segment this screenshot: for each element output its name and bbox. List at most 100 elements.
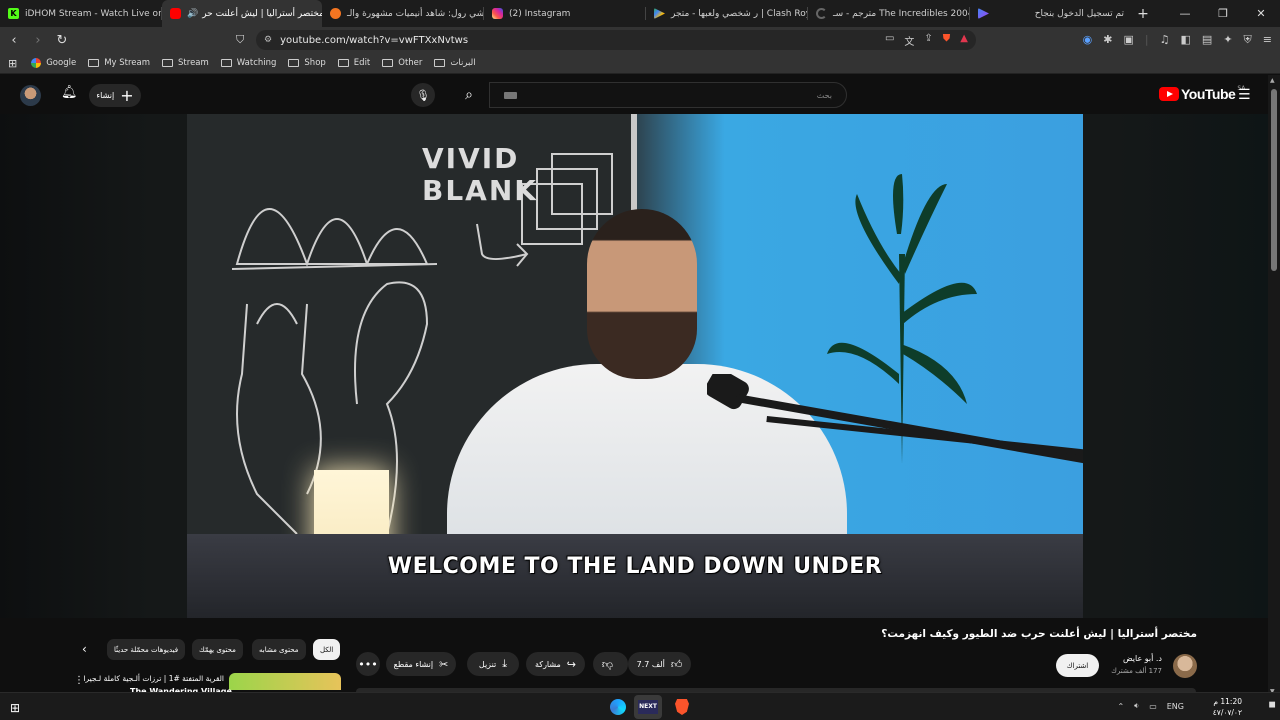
address-bar[interactable]: ⚙ youtube.com/watch?v=vwFTXxNvtws ▭ 文 ⇪ … — [256, 30, 976, 50]
clip-button[interactable]: إنشاء مقطع ✂ — [386, 652, 456, 676]
clip-label: إنشاء مقطع — [393, 659, 434, 669]
bookmark-watching[interactable]: Watching — [220, 58, 276, 68]
audio-icon[interactable]: ◉ — [1083, 33, 1093, 47]
recommended-video-thumbnail[interactable] — [229, 673, 341, 690]
search-input[interactable]: بحث — [489, 82, 847, 108]
chips-scroll-left-icon[interactable]: ‹ — [82, 642, 87, 656]
search-icon[interactable]: ⌕ — [449, 83, 489, 107]
battery-icon[interactable]: ▭ — [1149, 702, 1157, 711]
share-page-icon[interactable]: ⇪ — [924, 33, 932, 48]
dislike-button[interactable]: 👎︎ — [593, 652, 628, 676]
tab-clash-royale[interactable]: Clash Royale | ر شخصي ولعبها - متجر — [646, 0, 808, 27]
wallet-icon[interactable]: ▤ — [1202, 33, 1212, 47]
tray-overflow-icon[interactable]: ⌃ — [1117, 702, 1124, 711]
bookmark-stream[interactable]: Stream — [162, 58, 209, 68]
brave-shields-icon[interactable]: ⛊ — [943, 33, 951, 48]
folder-icon — [162, 59, 174, 67]
video-player[interactable]: VIVID BLANK WELCOME TO THE LAND DOWN UND… — [0, 114, 1268, 618]
bookmark-label: Stream — [178, 58, 209, 68]
folder-icon — [88, 59, 100, 67]
share-arrow-icon: ↪ — [566, 657, 577, 671]
subscribe-button[interactable]: اشتراك — [1056, 654, 1099, 677]
taskbar-app-browser[interactable] — [604, 695, 632, 719]
menu-icon[interactable]: ≡ — [1263, 33, 1272, 47]
scroll-up-icon[interactable]: ▲ — [1270, 77, 1275, 84]
youtube-logo[interactable]: YouTube SA — [1159, 85, 1245, 102]
windows-start-icon[interactable]: ⊞ — [10, 701, 20, 715]
extensions-icon[interactable]: ✱ — [1103, 33, 1112, 47]
video-meta-area: مختصر أستراليا | ليش أعلنت حرب ضد الطيور… — [0, 618, 1268, 696]
tab-incredibles[interactable]: فيلم The Incredibles 2004 مترجم - سـ — [808, 0, 970, 27]
chalk-text-blank: BLANK — [422, 174, 538, 207]
cast-icon[interactable]: ▭ — [885, 33, 894, 48]
window-controls: — ❐ ✕ — [1166, 0, 1280, 27]
video-frame[interactable]: VIVID BLANK WELCOME TO THE LAND DOWN UND… — [187, 114, 1083, 618]
leo-ai-icon[interactable]: ✦ — [1223, 33, 1232, 47]
bookmark-edit[interactable]: Edit — [337, 58, 371, 68]
more-actions-button[interactable]: ••• — [356, 652, 380, 676]
reload-icon[interactable]: ↻ — [52, 33, 72, 48]
chip-all[interactable]: الكل — [313, 639, 341, 660]
bookmark-shop[interactable]: Shop — [288, 58, 326, 68]
input-language[interactable]: ENG — [1167, 702, 1184, 711]
bookmark-my-stream[interactable]: My Stream — [88, 58, 150, 68]
download-label: تنزيل — [478, 659, 497, 669]
back-icon[interactable]: ‹ — [4, 33, 24, 48]
bookmark-label: Edit — [353, 58, 371, 68]
share-button[interactable]: مشاركة ↪ — [526, 652, 585, 676]
close-window-icon[interactable]: ✕ — [1242, 7, 1280, 20]
taskbar-app-next[interactable]: NEXT — [634, 695, 662, 719]
media-icon[interactable]: ♫ — [1160, 33, 1170, 47]
url-text[interactable]: youtube.com/watch?v=vwFTXxNvtws — [280, 35, 468, 46]
brave-rewards-icon[interactable]: ▲ — [960, 33, 968, 48]
voice-search-mic-icon[interactable]: 🎙︎ — [411, 83, 435, 107]
bookmark-label: Shop — [304, 58, 326, 68]
site-info-icon[interactable]: ⚙ — [264, 35, 272, 45]
sidebar-icon[interactable]: ◧ — [1181, 33, 1191, 47]
chip-related[interactable]: محتوى مشابه — [252, 639, 306, 660]
channel-name[interactable]: د. أبو عايض — [1123, 654, 1162, 663]
play-store-icon — [654, 8, 665, 19]
bookmark-google[interactable]: Google — [31, 58, 76, 68]
recommended-video-title[interactable]: القرية المتفتة #1 | ترزات ألـجية كاملة ل… — [83, 674, 224, 683]
brave-icon — [675, 699, 689, 715]
bookmark-other[interactable]: Other — [382, 58, 422, 68]
notifications-icon[interactable]: ◼ — [1269, 700, 1276, 710]
tab-instagram[interactable]: (2) Instagram — [484, 0, 646, 27]
restore-icon[interactable]: ❐ — [1204, 7, 1242, 20]
translate-icon[interactable]: 文 — [904, 33, 914, 48]
new-tab-button[interactable]: + — [1132, 6, 1154, 22]
system-clock[interactable]: 11:20 م ٤٧/٠٧/٠٢ — [1213, 696, 1242, 718]
apps-grid-icon[interactable]: ⊞ — [8, 57, 17, 70]
speaker-icon[interactable]: 🔊 — [187, 9, 198, 19]
tab-crunchyroll[interactable]: كرانشي رول: شاهد أنيميات مشهورة والـ — [322, 0, 484, 27]
scrollbar-thumb[interactable] — [1271, 89, 1277, 271]
create-button[interactable]: إنشاء + — [89, 84, 141, 107]
forward-icon[interactable]: › — [28, 33, 48, 48]
more-vertical-icon[interactable]: ⋮ — [74, 675, 84, 686]
bookmark-page-icon[interactable]: ⛉ — [236, 33, 244, 47]
chip-recently-uploaded[interactable]: فيديوهات محمّلة حديثًا — [107, 639, 186, 660]
page-scrollbar[interactable]: ▲ ▼ — [1268, 75, 1280, 698]
channel-avatar[interactable] — [1173, 654, 1197, 678]
tab-kick[interactable]: K iDHOM Stream - Watch Live on Kick — [0, 0, 162, 27]
system-tray: ⌃ 🔉︎ ▭ ENG — [1117, 701, 1184, 711]
tab-youtube[interactable]: 🔊 مختصر أستراليا | ليش أعلنت حر ✕ — [162, 0, 322, 27]
windows-taskbar: ⊞ NEXT ⌃ 🔉︎ ▭ ENG 11:20 م ٤٧/٠٧/٠٢ ◼ — [0, 692, 1280, 720]
keyboard-icon[interactable] — [504, 91, 517, 99]
screenshot-icon[interactable]: ▣ — [1124, 33, 1134, 47]
minimize-icon[interactable]: — — [1166, 7, 1204, 20]
taskbar-app-brave[interactable] — [668, 695, 696, 719]
tab-login[interactable]: تم تسجيل الدخول بنجاح — [970, 0, 1132, 27]
notifications-bell-icon[interactable]: 🔔︎ — [61, 85, 78, 100]
folder-icon — [220, 59, 232, 67]
bookmark-arabic-folder[interactable]: البرنات — [434, 58, 476, 68]
account-avatar[interactable] — [20, 85, 41, 106]
download-button[interactable]: تنزيل ⤓ — [467, 652, 519, 676]
chip-for-you[interactable]: محتوى يهمّك — [192, 639, 243, 660]
hamburger-menu-icon[interactable]: ☰ — [1238, 87, 1251, 103]
like-button[interactable]: 7.7 ألف 👍︎ — [628, 652, 691, 676]
volume-icon[interactable]: 🔉︎ — [1134, 701, 1139, 711]
plus-icon: + — [120, 85, 134, 105]
vpn-icon[interactable]: ⛨ — [1244, 33, 1252, 47]
